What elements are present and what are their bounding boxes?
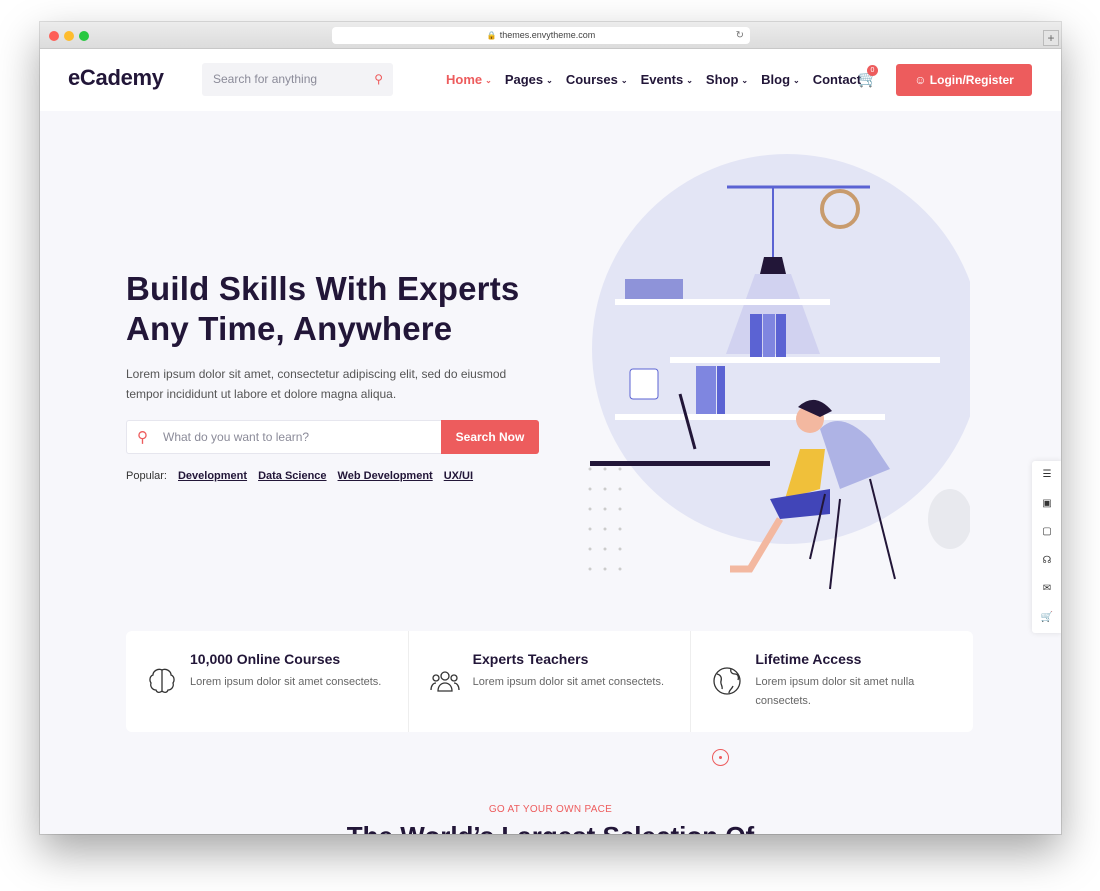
header-search-placeholder: Search for anything xyxy=(213,72,318,86)
nav-label: Blog xyxy=(761,72,791,87)
url-text: themes.envytheme.com xyxy=(499,30,596,40)
feature-title: Lifetime Access xyxy=(755,651,862,667)
list-icon[interactable]: ☰ xyxy=(1032,461,1061,490)
browser-titlebar: 🔒 themes.envytheme.com ↻ + xyxy=(40,22,1061,49)
course-search-form: ⚲ What do you want to learn? Search Now xyxy=(126,420,539,454)
illus-lamp xyxy=(760,257,786,274)
nav-pages[interactable]: Pages ⌄ xyxy=(505,72,553,87)
feature-item: 10,000 Online Courses Lorem ipsum dolor … xyxy=(126,631,409,732)
user-icon: ☺ xyxy=(914,73,927,87)
nav-shop[interactable]: Shop ⌄ xyxy=(706,72,748,87)
nav-blog[interactable]: Blog ⌄ xyxy=(761,72,800,87)
feature-description: Lorem ipsum dolor sit amet consectets. xyxy=(472,676,665,688)
search-icon: ⚲ xyxy=(137,429,148,446)
chevron-down-icon: ⌄ xyxy=(485,76,492,85)
nav-label: Shop xyxy=(705,72,739,87)
page: eCademy Search for anything ⚲ Home ⌄ Page… xyxy=(40,49,1061,834)
lock-icon: 🔒 xyxy=(486,31,497,40)
popular-tag[interactable]: Data Science xyxy=(258,470,326,482)
illus-shelf xyxy=(615,299,830,305)
box-icon[interactable]: ▣ xyxy=(1032,490,1061,519)
hero-illustration xyxy=(588,154,970,590)
book-icon[interactable]: ▢ xyxy=(1032,518,1061,547)
chevron-down-icon: ⌄ xyxy=(741,76,749,85)
nav-label: Pages xyxy=(504,72,544,87)
illus-dots xyxy=(588,467,622,571)
nav-events[interactable]: Events ⌄ xyxy=(641,72,693,87)
hero-title-line2: Any Time, Anywhere xyxy=(126,310,453,347)
scroll-indicator[interactable] xyxy=(712,749,729,766)
nav-label: Contact xyxy=(812,72,862,87)
popular-tags: Popular: Development Data Science Web De… xyxy=(126,470,473,482)
teachers-icon xyxy=(430,671,460,692)
feature-description: Lorem ipsum dolor sit amet nulla consect… xyxy=(755,676,915,707)
main-nav: Home ⌄ Pages ⌄ Courses ⌄ Events ⌄ Shop ⌄ Blog… xyxy=(446,72,874,87)
feature-title: 10,000 Online Courses xyxy=(190,651,341,667)
illus-desk xyxy=(590,461,770,466)
hero-title: Build Skills With Experts Any Time, Anyw… xyxy=(126,269,519,349)
section-subtitle: GO AT YOUR OWN PACE xyxy=(488,804,613,815)
feature-item: Lifetime Access Lorem ipsum dolor sit am… xyxy=(691,631,973,732)
course-search-input[interactable]: What do you want to learn? xyxy=(163,421,309,453)
side-toolbar: ☰ ▣ ▢ ☊ ✉ 🛒 xyxy=(1032,461,1061,633)
illus-shelf xyxy=(615,414,885,420)
header-search-input[interactable]: Search for anything ⚲ xyxy=(202,63,393,96)
chevron-down-icon: ⌄ xyxy=(620,76,628,85)
brain-icon xyxy=(149,668,175,694)
hero-title-line1: Build Skills With Experts xyxy=(126,270,520,307)
hero-description: Lorem ipsum dolor sit amet, consectetur … xyxy=(126,367,507,401)
maximize-window-button[interactable] xyxy=(79,31,89,41)
chat-icon[interactable]: ✉ xyxy=(1032,575,1061,604)
popular-tag[interactable]: UX/UI xyxy=(444,470,473,482)
feature-item: Experts Teachers Lorem ipsum dolor sit a… xyxy=(409,631,692,732)
cart-button[interactable]: 🛒 0 xyxy=(858,65,878,89)
login-label: Login/Register xyxy=(929,73,1014,87)
chevron-down-icon: ⌄ xyxy=(686,76,693,85)
section-title: The World’s Largest Selection Of xyxy=(40,821,1061,834)
new-tab-button[interactable]: + xyxy=(1043,30,1059,46)
address-bar[interactable]: 🔒 themes.envytheme.com ↻ xyxy=(332,27,750,44)
feature-title: Experts Teachers xyxy=(472,651,589,667)
nav-label: Home xyxy=(446,72,483,87)
popular-tag[interactable]: Web Development xyxy=(338,470,433,482)
browser-window: 🔒 themes.envytheme.com ↻ + eCademy Search… xyxy=(40,22,1061,834)
cart-icon[interactable]: 🛒 xyxy=(1032,604,1061,633)
nav-home[interactable]: Home ⌄ xyxy=(446,72,492,87)
nav-courses[interactable]: Courses ⌄ xyxy=(566,72,628,87)
reload-icon[interactable]: ↻ xyxy=(736,27,744,44)
popular-label: Popular: xyxy=(126,470,167,482)
chevron-down-icon: ⌄ xyxy=(793,76,800,85)
logo[interactable]: eCademy xyxy=(68,65,164,91)
nav-contact[interactable]: Contact xyxy=(813,72,861,87)
headset-icon[interactable]: ☊ xyxy=(1032,547,1061,576)
nav-label: Events xyxy=(640,72,684,87)
minimize-window-button[interactable] xyxy=(64,31,74,41)
cart-count-badge: 0 xyxy=(867,65,878,76)
nav-label: Courses xyxy=(565,72,618,87)
feature-description: Lorem ipsum dolor sit amet consectets. xyxy=(190,676,382,688)
close-window-button[interactable] xyxy=(49,31,59,41)
site-header: eCademy Search for anything ⚲ Home ⌄ Page… xyxy=(40,49,1061,111)
popular-tag[interactable]: Development xyxy=(178,470,247,482)
globe-icon xyxy=(713,667,741,695)
search-now-button[interactable]: Search Now xyxy=(441,420,539,454)
login-register-button[interactable]: ☺ Login/Register xyxy=(896,64,1032,96)
illus-shelf xyxy=(670,357,940,363)
features-bar: 10,000 Online Courses Lorem ipsum dolor … xyxy=(126,631,973,732)
search-icon[interactable]: ⚲ xyxy=(374,63,383,96)
chevron-down-icon: ⌄ xyxy=(546,76,553,85)
